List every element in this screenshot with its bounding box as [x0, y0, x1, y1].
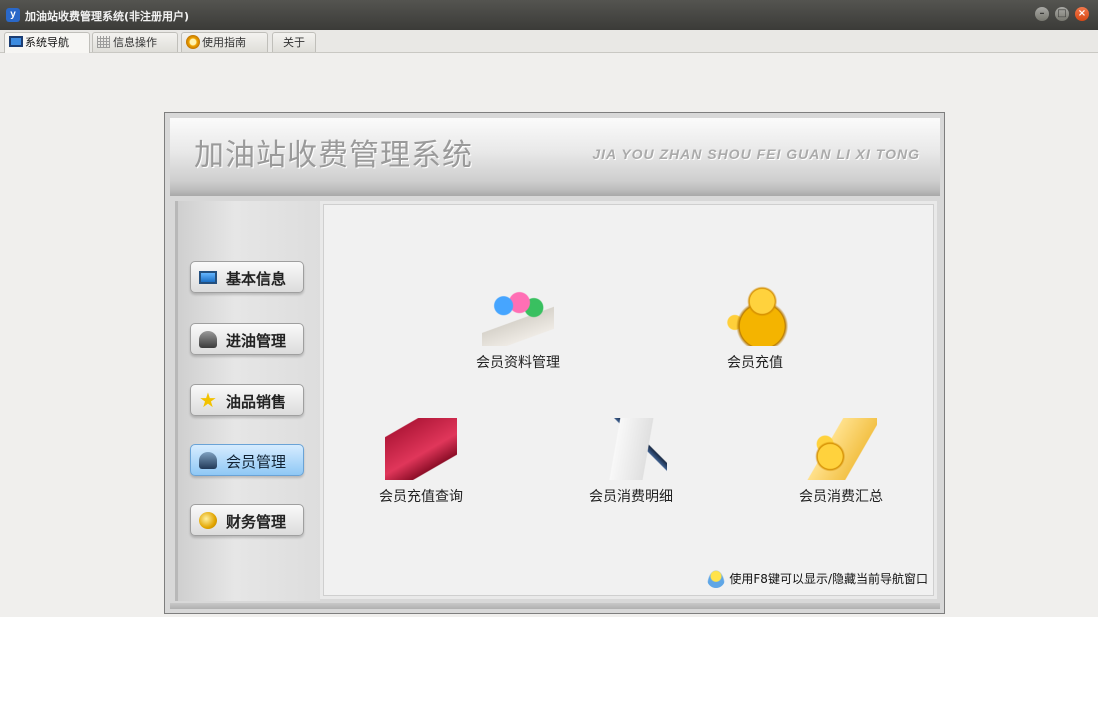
app-logo-icon: y: [6, 8, 20, 22]
hint-text: 使用F8键可以显示/隐藏当前导航窗口: [729, 571, 928, 586]
star-icon: ★: [199, 388, 217, 412]
navigation-panel: 加油站收费管理系统 JIA YOU ZHAN SHOU FEI GUAN LI …: [164, 112, 945, 614]
coins-document-icon: [805, 418, 877, 480]
tab-system-navigation[interactable]: 系统导航: [4, 32, 90, 53]
panel-footer: [170, 603, 940, 609]
feature-label: 会员充值: [727, 355, 783, 371]
title-bar[interactable]: y 加油站收费管理系统(非注册用户) – □ ×: [0, 0, 1098, 30]
tab-bar: 系统导航 信息操作 使用指南 关于: [0, 30, 1098, 53]
sidebar: 基本信息 进油管理 ★ 油品销售 会员管理 财务管理: [175, 201, 320, 601]
feature-label: 会员充值查询: [379, 489, 463, 505]
notepad-icon: [595, 418, 667, 480]
grid-icon: [97, 36, 110, 48]
sidebar-item-label: 基本信息: [226, 270, 287, 288]
sidebar-item-label: 财务管理: [226, 513, 287, 531]
gold-user-icon: [719, 284, 791, 346]
sidebar-item-fuel-intake[interactable]: 进油管理: [190, 323, 304, 355]
feature-label: 会员消费汇总: [799, 489, 883, 505]
tab-label: 系统导航: [25, 36, 69, 49]
banner-subtitle: JIA YOU ZHAN SHOU FEI GUAN LI XI TONG: [592, 146, 920, 162]
banner-title: 加油站收费管理系统: [194, 138, 473, 173]
sidebar-item-fuel-sales[interactable]: ★ 油品销售: [190, 384, 304, 416]
sidebar-item-basic-info[interactable]: 基本信息: [190, 261, 304, 293]
user-hint-icon: [707, 570, 726, 588]
banner: 加油站收费管理系统 JIA YOU ZHAN SHOU FEI GUAN LI …: [170, 118, 940, 180]
members-icon: [482, 284, 554, 346]
tab-about[interactable]: 关于: [272, 32, 316, 52]
sidebar-item-label: 油品销售: [226, 393, 287, 411]
feature-consumption-detail[interactable]: 会员消费明细: [561, 418, 701, 506]
close-button[interactable]: ×: [1075, 7, 1089, 21]
coins-icon: [199, 512, 217, 529]
feature-recharge-query[interactable]: 会员充值查询: [351, 418, 491, 506]
banner-divider: [170, 180, 940, 196]
f8-hint: 使用F8键可以显示/隐藏当前导航窗口: [707, 570, 928, 588]
feature-label: 会员资料管理: [476, 355, 560, 371]
monitor-icon: [199, 271, 217, 284]
sidebar-item-label: 会员管理: [226, 453, 287, 471]
tab-label: 关于: [283, 36, 305, 49]
window-title: 加油站收费管理系统(非注册用户): [25, 10, 190, 23]
monitor-icon: [9, 36, 23, 47]
user-icon: [199, 452, 217, 469]
minimize-button[interactable]: –: [1035, 7, 1049, 21]
feature-member-profile[interactable]: 会员资料管理: [448, 284, 588, 372]
maximize-button[interactable]: □: [1055, 7, 1069, 21]
feature-consumption-summary[interactable]: 会员消费汇总: [771, 418, 911, 506]
sidebar-item-finance[interactable]: 财务管理: [190, 504, 304, 536]
feature-label: 会员消费明细: [589, 489, 673, 505]
content-area: 会员资料管理 会员充值 会员充值查询 会员消费明细 会员消费汇总 使用F8键可以…: [320, 201, 937, 599]
app-window: y 加油站收费管理系统(非注册用户) – □ × 系统导航 信息操作 使用指南 …: [0, 0, 1098, 617]
lifebuoy-icon: [186, 35, 200, 49]
tab-label: 信息操作: [113, 36, 157, 49]
sidebar-item-member-management[interactable]: 会员管理: [190, 444, 304, 476]
tab-label: 使用指南: [202, 36, 246, 49]
tab-info-operation[interactable]: 信息操作: [92, 32, 178, 52]
sidebar-item-label: 进油管理: [226, 332, 287, 350]
person-icon: [199, 331, 217, 348]
ledger-icon: [385, 418, 457, 480]
tab-user-guide[interactable]: 使用指南: [181, 32, 268, 52]
feature-member-recharge[interactable]: 会员充值: [685, 284, 825, 372]
